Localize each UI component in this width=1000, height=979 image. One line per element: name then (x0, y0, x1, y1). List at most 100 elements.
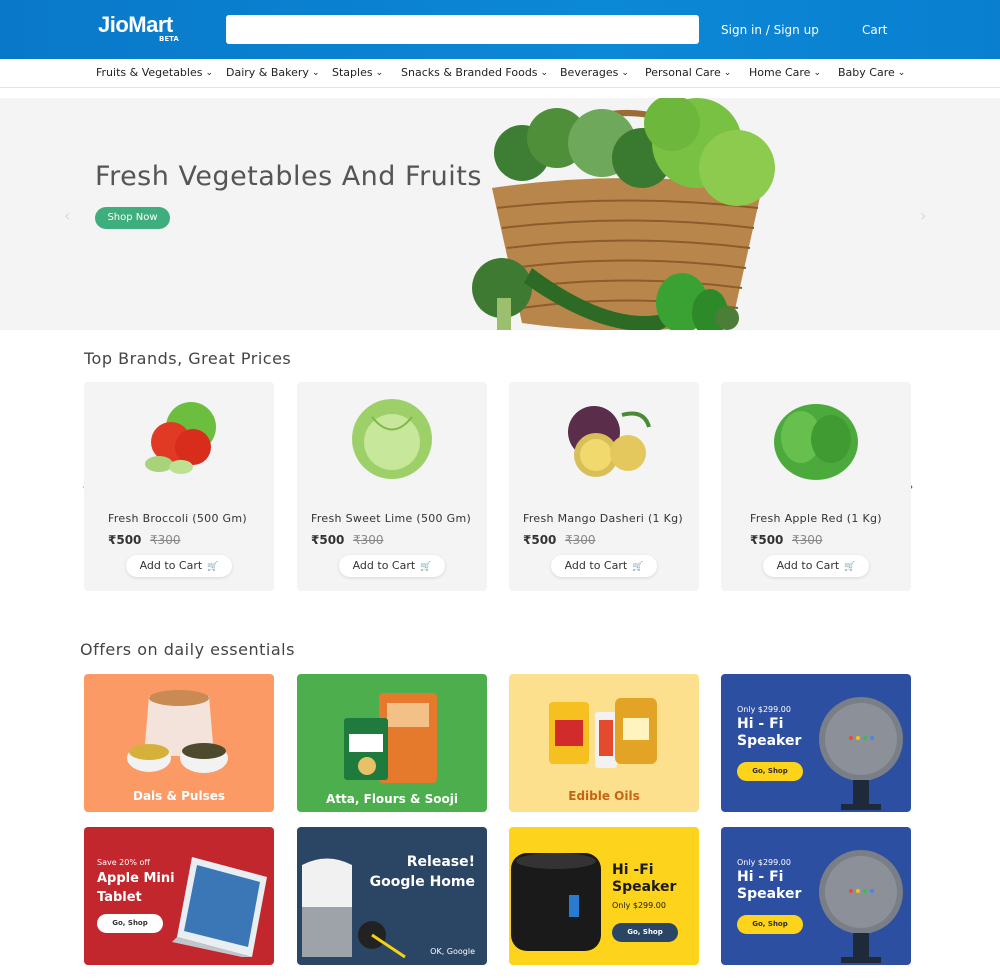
add-to-cart-label: Add to Cart (564, 559, 628, 572)
offer-subtitle: Save 20% off (97, 858, 150, 867)
offer-dals-pulses[interactable]: Dals & Pulses (84, 674, 274, 812)
brands-title: Top Brands, Great Prices (84, 349, 292, 368)
product-card[interactable]: Fresh Sweet Lime (500 Gm) ₹500 ₹300 Add … (297, 382, 487, 591)
product-card[interactable]: Fresh Apple Red (1 Kg) ₹500 ₹300 Add to … (721, 382, 911, 591)
lettuce-image (774, 404, 858, 480)
offer-apple-mini-tablet[interactable]: Save 20% off Apple Mini Tablet Go, Shop (84, 827, 274, 965)
product-old-price: ₹300 (792, 533, 823, 547)
beta-badge: BETA (159, 35, 179, 43)
cabbage-image (352, 399, 432, 479)
offer-heading: Hi - Fi Speaker (737, 716, 802, 749)
offer-label: Edible Oils (568, 789, 640, 803)
offer-heading: Hi - Fi Speaker (737, 869, 802, 902)
nav-fruits-vegetables[interactable]: Fruits & Vegetables ⌄ (96, 66, 213, 79)
offer-heading: Hi -Fi Speaker (612, 862, 677, 895)
chevron-down-icon: ⌄ (621, 68, 629, 78)
product-name[interactable]: Fresh Apple Red (1 Kg) (750, 512, 882, 525)
offer-atta-flours[interactable]: Atta, Flours & Sooji (297, 674, 487, 812)
search-input[interactable] (226, 15, 699, 44)
chevron-down-icon: ⌄ (813, 68, 821, 78)
offer-label: Dals & Pulses (132, 789, 225, 803)
chevron-down-icon: ⌄ (540, 68, 549, 78)
nav-dairy-bakery[interactable]: Dairy & Bakery ⌄ (226, 66, 319, 79)
nav-personal-care[interactable]: Personal Care ⌄ (645, 66, 731, 79)
speaker-image (819, 850, 903, 963)
add-to-cart-button[interactable]: Add to Cart 🛒 (126, 555, 232, 577)
product-name[interactable]: Fresh Broccoli (500 Gm) (108, 512, 247, 525)
hero-next-icon[interactable]: › (920, 206, 926, 225)
product-price: ₹500 (108, 533, 142, 547)
product-old-price: ₹300 (150, 533, 181, 547)
add-to-cart-label: Add to Cart (776, 559, 840, 572)
nav-snacks[interactable]: Snacks & Branded Foods ⌄ (401, 66, 548, 79)
pulses-image (127, 690, 228, 773)
cart-link[interactable]: Cart (862, 23, 887, 37)
product-price: ₹500 (523, 533, 557, 547)
add-to-cart-label: Add to Cart (352, 559, 416, 572)
product-card[interactable]: Fresh Mango Dasheri (1 Kg) ₹500 ₹300 Add… (509, 382, 699, 591)
chevron-down-icon: ⌄ (311, 68, 320, 78)
nav-label: Snacks & Branded Foods (401, 66, 538, 79)
nav-label: Personal Care (645, 66, 721, 79)
shop-now-button[interactable]: Shop Now (95, 207, 170, 229)
nav-beverages[interactable]: Beverages ⌄ (560, 66, 629, 79)
vegetable-basket-image (472, 98, 775, 330)
go-shop-button[interactable]: Go, Shop (737, 915, 803, 934)
nav-baby-care[interactable]: Baby Care ⌄ (838, 66, 905, 79)
flour-packs-image (344, 693, 437, 783)
nav-home-care[interactable]: Home Care ⌄ (749, 66, 821, 79)
hero-banner: ‹ › Fresh Vegetables And Fruits Shop Now (0, 98, 1000, 330)
offer-google-home[interactable]: Release! Google Home OK, Google (297, 827, 487, 965)
product-card[interactable]: Fresh Broccoli (500 Gm) ₹500 ₹300 Add to… (84, 382, 274, 591)
cart-icon: 🛒 (844, 562, 856, 572)
offer-heading: Release! Google Home (369, 854, 475, 890)
go-shop-button[interactable]: Go, Shop (737, 762, 803, 781)
speaker-image (819, 697, 903, 810)
tomato-cucumber-image (145, 402, 216, 474)
chevron-down-icon: ⌄ (897, 68, 906, 78)
nav-label: Fruits & Vegetables (96, 66, 203, 79)
cart-icon: 🛒 (632, 562, 644, 572)
offers-title: Offers on daily essentials (80, 640, 295, 659)
header-bar: JioMart BETA Sign in / Sign up Cart (0, 0, 1000, 59)
nav-label: Home Care (749, 66, 811, 79)
product-old-price: ₹300 (565, 533, 596, 547)
offer-hifi-speaker-yellow[interactable]: Hi -Fi Speaker Only $299.00 Go, Shop (509, 827, 699, 965)
add-to-cart-button[interactable]: Add to Cart 🛒 (339, 555, 445, 577)
add-to-cart-button[interactable]: Add to Cart 🛒 (763, 555, 869, 577)
go-shop-button[interactable]: Go, Shop (612, 923, 678, 942)
nav-label: Staples (332, 66, 373, 79)
offer-subtitle: Only $299.00 (737, 705, 791, 714)
oil-bottles-image (549, 698, 657, 768)
nav-label: Beverages (560, 66, 619, 79)
hero-title: Fresh Vegetables And Fruits (95, 161, 482, 192)
product-name[interactable]: Fresh Sweet Lime (500 Gm) (311, 512, 471, 525)
nav-label: Dairy & Bakery (226, 66, 309, 79)
air-fryer-image (511, 853, 601, 951)
chevron-down-icon: ⌄ (205, 68, 214, 78)
hero-prev-icon[interactable]: ‹ (64, 206, 70, 225)
chevron-down-icon: ⌄ (375, 68, 384, 78)
cart-icon: 🛒 (207, 562, 219, 572)
product-price: ₹500 (311, 533, 345, 547)
product-price: ₹500 (750, 533, 784, 547)
category-nav: Fruits & Vegetables ⌄ Dairy & Bakery ⌄ Sta… (0, 59, 1000, 88)
add-to-cart-label: Add to Cart (139, 559, 203, 572)
offer-edible-oils[interactable]: Edible Oils (509, 674, 699, 812)
go-shop-button[interactable]: Go, Shop (97, 914, 163, 933)
signin-link[interactable]: Sign in / Sign up (721, 23, 819, 37)
offer-subtitle: OK, Google (430, 947, 475, 956)
nav-staples[interactable]: Staples ⌄ (332, 66, 383, 79)
add-to-cart-button[interactable]: Add to Cart 🛒 (551, 555, 657, 577)
chevron-down-icon: ⌄ (723, 68, 732, 78)
offer-hifi-speaker[interactable]: Only $299.00 Hi - Fi Speaker Go, Shop (721, 674, 911, 812)
offer-subtitle: Only $299.00 (612, 901, 666, 910)
offer-hifi-speaker-2[interactable]: Only $299.00 Hi - Fi Speaker Go, Shop (721, 827, 911, 965)
cart-icon: 🛒 (420, 562, 432, 572)
product-old-price: ₹300 (353, 533, 384, 547)
tablet-image (172, 857, 267, 957)
passion-fruit-image (568, 406, 651, 477)
product-name[interactable]: Fresh Mango Dasheri (1 Kg) (523, 512, 683, 525)
nav-label: Baby Care (838, 66, 895, 79)
offer-label: Atta, Flours & Sooji (326, 792, 458, 806)
